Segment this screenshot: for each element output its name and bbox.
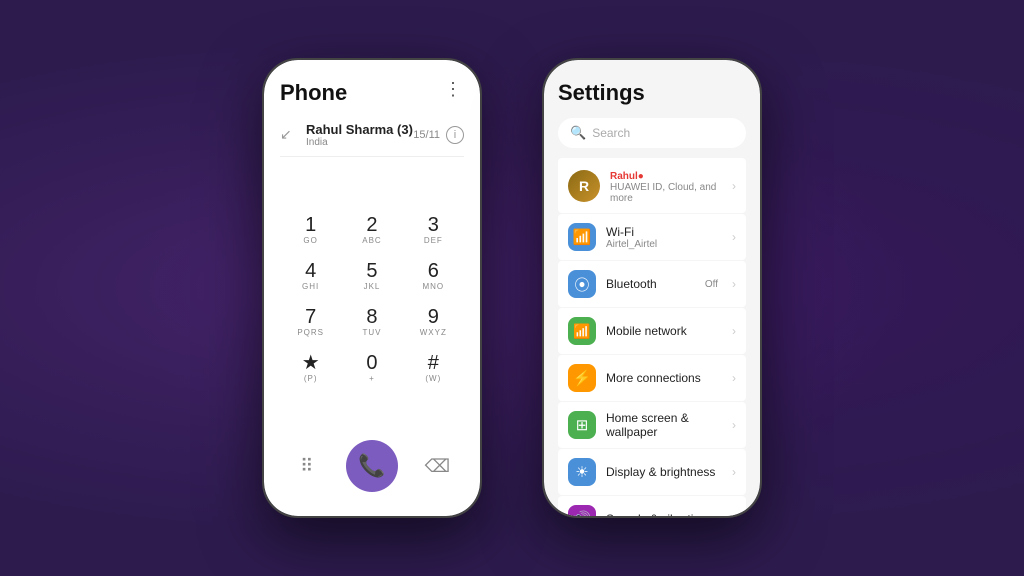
connections-label: More connections — [606, 371, 722, 385]
contact-count: 15/11 — [413, 129, 440, 141]
homescreen-content: Home screen & wallpaper — [606, 411, 722, 439]
display-content: Display & brightness — [606, 465, 722, 479]
sound-content: Sounds & vibration — [606, 512, 722, 516]
phone-header: Phone ⋮ — [280, 80, 464, 106]
wifi-content: Wi-Fi Airtel_Airtel — [606, 225, 722, 250]
settings-item-display[interactable]: ☀ Display & brightness › — [558, 449, 746, 495]
dial-row-4: ★ (P) 0 + # (W) — [280, 346, 464, 390]
dial-key-0[interactable]: 0 + — [346, 346, 398, 390]
dial-key-1[interactable]: 1 GO — [285, 208, 337, 252]
mobile-chevron: › — [732, 324, 736, 338]
backspace-icon[interactable]: ⌫ — [423, 452, 451, 480]
dial-key-6[interactable]: 6 MNO — [407, 254, 459, 298]
profile-chevron: › — [732, 179, 736, 193]
call-button[interactable]: 📞 — [346, 440, 398, 492]
phone-app: Phone ⋮ ↙ Rahul Sharma (3) India 15/11 i… — [264, 60, 480, 516]
homescreen-label: Home screen & wallpaper — [606, 411, 722, 439]
profile-name: Rahul● — [610, 167, 722, 182]
dial-key-4[interactable]: 4 GHI — [285, 254, 337, 298]
phone-screen: Phone ⋮ ↙ Rahul Sharma (3) India 15/11 i… — [264, 60, 480, 516]
bluetooth-chevron: › — [732, 277, 736, 291]
profile-info: Rahul● HUAWEI ID, Cloud, and more — [610, 167, 722, 204]
dial-key-9[interactable]: 9 WXYZ — [407, 300, 459, 344]
contact-name: Rahul Sharma (3) — [306, 122, 413, 137]
contact-row[interactable]: ↙ Rahul Sharma (3) India 15/11 i — [280, 114, 464, 157]
dial-row-1: 1 GO 2 ABC 3 DEF — [280, 208, 464, 252]
settings-search-bar[interactable]: 🔍 Search — [558, 118, 746, 148]
display-label: Display & brightness — [606, 465, 722, 479]
mobile-icon: 📶 — [568, 317, 596, 345]
dial-key-star[interactable]: ★ (P) — [285, 346, 337, 390]
settings-profile-item[interactable]: R Rahul● HUAWEI ID, Cloud, and more › — [558, 158, 746, 213]
settings-item-wifi[interactable]: 📶 Wi-Fi Airtel_Airtel › — [558, 214, 746, 260]
dial-key-hash[interactable]: # (W) — [407, 346, 459, 390]
dial-row-2: 4 GHI 5 JKL 6 MNO — [280, 254, 464, 298]
dial-key-5[interactable]: 5 JKL — [346, 254, 398, 298]
mobile-content: Mobile network — [606, 324, 722, 338]
bluetooth-label: Bluetooth — [606, 277, 695, 291]
connections-content: More connections — [606, 371, 722, 385]
settings-item-mobile[interactable]: 📶 Mobile network › — [558, 308, 746, 354]
dial-key-7[interactable]: 7 PQRS — [285, 300, 337, 344]
phone-device: Phone ⋮ ↙ Rahul Sharma (3) India 15/11 i… — [262, 58, 482, 518]
dial-key-2[interactable]: 2 ABC — [346, 208, 398, 252]
sound-chevron: › — [732, 512, 736, 516]
bluetooth-content: Bluetooth — [606, 277, 695, 291]
homescreen-icon: ⊞ — [568, 411, 596, 439]
settings-item-connections[interactable]: ⚡ More connections › — [558, 355, 746, 401]
settings-screen: Settings 🔍 Search R Rahul● HUAWEI ID, Cl… — [544, 60, 760, 516]
search-placeholder: Search — [592, 126, 630, 140]
settings-item-homescreen[interactable]: ⊞ Home screen & wallpaper › — [558, 402, 746, 448]
display-chevron: › — [732, 465, 736, 479]
connections-icon: ⚡ — [568, 364, 596, 392]
dialpad: 1 GO 2 ABC 3 DEF 4 GHI — [280, 165, 464, 432]
contact-info: Rahul Sharma (3) India — [306, 122, 413, 148]
display-icon: ☀ — [568, 458, 596, 486]
settings-app: Settings 🔍 Search R Rahul● HUAWEI ID, Cl… — [544, 60, 760, 516]
settings-item-sound[interactable]: 🔊 Sounds & vibration › — [558, 496, 746, 516]
dial-key-8[interactable]: 8 TUV — [346, 300, 398, 344]
bluetooth-icon: ⦿ — [568, 270, 596, 298]
wifi-label: Wi-Fi — [606, 225, 722, 239]
dial-row-3: 7 PQRS 8 TUV 9 WXYZ — [280, 300, 464, 344]
mobile-label: Mobile network — [606, 324, 722, 338]
settings-list: R Rahul● HUAWEI ID, Cloud, and more › 📶 … — [558, 158, 746, 516]
wifi-value: Airtel_Airtel — [606, 239, 722, 250]
settings-device: Settings 🔍 Search R Rahul● HUAWEI ID, Cl… — [542, 58, 762, 518]
wifi-icon: 📶 — [568, 223, 596, 251]
dial-key-3[interactable]: 3 DEF — [407, 208, 459, 252]
profile-subtitle: HUAWEI ID, Cloud, and more — [610, 182, 722, 204]
search-icon: 🔍 — [570, 125, 586, 141]
wifi-chevron: › — [732, 230, 736, 244]
settings-item-bluetooth[interactable]: ⦿ Bluetooth Off › — [558, 261, 746, 307]
homescreen-chevron: › — [732, 418, 736, 432]
missed-call-icon: ↙ — [280, 126, 298, 144]
sound-icon: 🔊 — [568, 505, 596, 516]
profile-avatar: R — [568, 170, 600, 202]
info-icon[interactable]: i — [446, 126, 464, 144]
phone-bottom-bar: ⠿ 📞 ⌫ — [280, 432, 464, 506]
connections-chevron: › — [732, 371, 736, 385]
phone-menu-dots[interactable]: ⋮ — [444, 80, 464, 98]
sound-label: Sounds & vibration — [606, 512, 722, 516]
settings-title: Settings — [558, 80, 746, 106]
bluetooth-value: Off — [705, 279, 718, 290]
phone-title: Phone — [280, 80, 347, 106]
contact-country: India — [306, 137, 413, 148]
profile-dot: ● — [638, 171, 644, 182]
dialpad-icon[interactable]: ⠿ — [293, 452, 321, 480]
